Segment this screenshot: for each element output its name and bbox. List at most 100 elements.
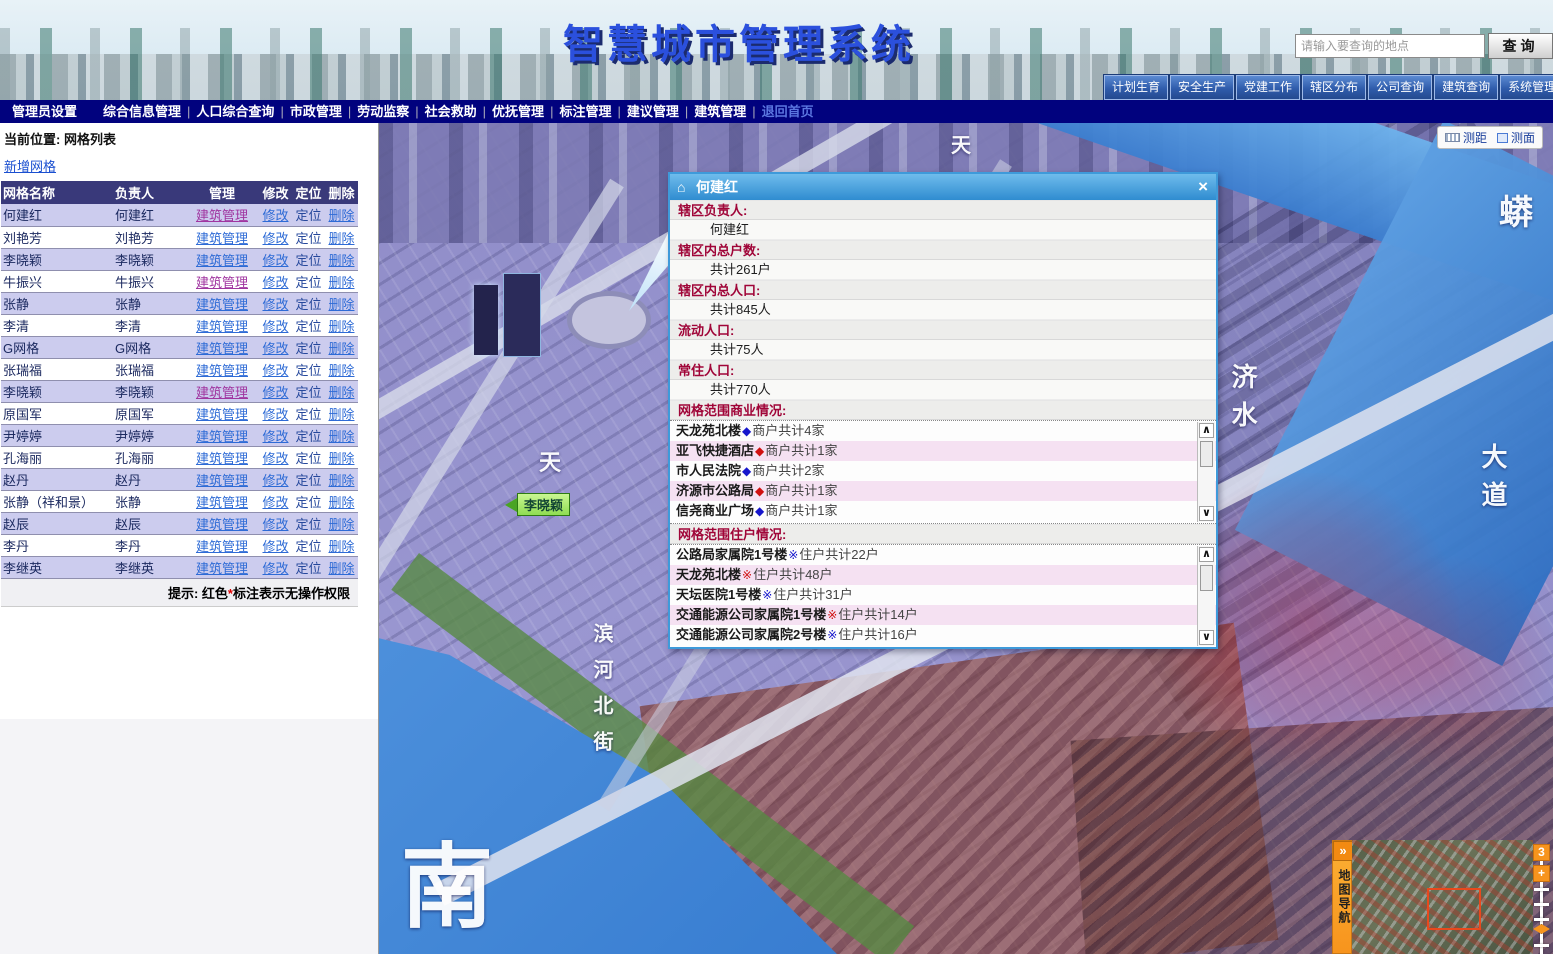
scroll-down-icon[interactable]: ∨ (1199, 630, 1214, 645)
minimap-image[interactable] (1352, 840, 1533, 954)
edit-link[interactable]: 修改 (262, 275, 288, 290)
manage-link[interactable]: 建筑管理 (196, 517, 248, 532)
feature-button-3[interactable]: 党建工作 (1236, 75, 1300, 100)
manage-link[interactable]: 建筑管理 (196, 275, 248, 290)
delete-link[interactable]: 删除 (328, 539, 354, 554)
zoom-in-button[interactable]: + (1533, 865, 1550, 882)
scroll-up-icon[interactable]: ∧ (1199, 547, 1214, 562)
locate-link[interactable]: 定位 (295, 341, 321, 356)
delete-link[interactable]: 删除 (328, 319, 354, 334)
delete-link[interactable]: 删除 (328, 473, 354, 488)
feature-button-4[interactable]: 辖区分布 (1302, 75, 1366, 100)
feature-button-5[interactable]: 公司查询 (1368, 75, 1432, 100)
nav-item-8[interactable]: 标注管理 (553, 104, 617, 119)
delete-link[interactable]: 删除 (328, 208, 354, 223)
edit-link[interactable]: 修改 (262, 495, 288, 510)
edit-link[interactable]: 修改 (262, 429, 288, 444)
scroll-down-icon[interactable]: ∨ (1199, 506, 1214, 521)
manage-link[interactable]: 建筑管理 (196, 253, 248, 268)
locate-link[interactable]: 定位 (295, 429, 321, 444)
manage-link[interactable]: 建筑管理 (196, 539, 248, 554)
feature-button-1[interactable]: 计划生育 (1104, 75, 1168, 100)
scrollbar-thumb[interactable] (1200, 441, 1213, 467)
feature-button-6[interactable]: 建筑查询 (1434, 75, 1498, 100)
list-item[interactable]: 天坛医院1号楼※住户共计31户 (670, 585, 1216, 605)
manage-link[interactable]: 建筑管理 (196, 341, 248, 356)
locate-link[interactable]: 定位 (295, 253, 321, 268)
nav-item-5[interactable]: 劳动监察 (351, 104, 415, 119)
edit-link[interactable]: 修改 (262, 297, 288, 312)
locate-link[interactable]: 定位 (295, 451, 321, 466)
nav-item-10[interactable]: 建筑管理 (688, 104, 752, 119)
edit-link[interactable]: 修改 (262, 319, 288, 334)
edit-link[interactable]: 修改 (262, 253, 288, 268)
zoom-slider-track[interactable] (1540, 846, 1543, 954)
list-item[interactable]: 市人民法院◆商户共计2家 (670, 461, 1216, 481)
feature-button-7[interactable]: 系统管理 (1500, 75, 1553, 100)
measure-area-button[interactable]: 测面 (1497, 129, 1535, 146)
manage-link[interactable]: 建筑管理 (196, 473, 248, 488)
close-icon[interactable]: × (1198, 175, 1208, 199)
delete-link[interactable]: 删除 (328, 429, 354, 444)
delete-link[interactable]: 删除 (328, 297, 354, 312)
edit-link[interactable]: 修改 (262, 561, 288, 576)
nav-item-9[interactable]: 建议管理 (621, 104, 685, 119)
delete-link[interactable]: 删除 (328, 275, 354, 290)
delete-link[interactable]: 删除 (328, 385, 354, 400)
manage-link[interactable]: 建筑管理 (196, 495, 248, 510)
edit-link[interactable]: 修改 (262, 363, 288, 378)
list-item[interactable]: 交通能源公司家属院2号楼※住户共计16户 (670, 625, 1216, 645)
manage-link[interactable]: 建筑管理 (196, 385, 248, 400)
locate-link[interactable]: 定位 (295, 473, 321, 488)
manage-link[interactable]: 建筑管理 (196, 407, 248, 422)
delete-link[interactable]: 删除 (328, 561, 354, 576)
scroll-up-icon[interactable]: ∧ (1199, 423, 1214, 438)
map-canvas[interactable]: 南 滨河北街 天 天 济水 大道 蟒 测距 测面 李晓颖 ⌂ (379, 123, 1553, 954)
edit-link[interactable]: 修改 (262, 341, 288, 356)
edit-link[interactable]: 修改 (262, 407, 288, 422)
locate-link[interactable]: 定位 (295, 539, 321, 554)
edit-link[interactable]: 修改 (262, 208, 288, 223)
nav-item-7[interactable]: 优抚管理 (486, 104, 550, 119)
nav-item-4[interactable]: 市政管理 (284, 104, 348, 119)
locate-link[interactable]: 定位 (295, 495, 321, 510)
list-item[interactable]: 天龙苑北楼※住户共计48户 (670, 565, 1216, 585)
list-item[interactable]: 济源市公路局◆商户共计1家 (670, 481, 1216, 501)
minimap-viewport-rect[interactable] (1427, 888, 1481, 930)
edit-link[interactable]: 修改 (262, 517, 288, 532)
locate-link[interactable]: 定位 (295, 517, 321, 532)
edit-link[interactable]: 修改 (262, 539, 288, 554)
add-grid-link[interactable]: 新增网格 (4, 156, 56, 175)
minimap-collapse-button[interactable]: » (1333, 841, 1353, 861)
list-item[interactable]: 交通能源公司家属院1号楼※住户共计14户 (670, 605, 1216, 625)
locate-link[interactable]: 定位 (295, 275, 321, 290)
locate-link[interactable]: 定位 (295, 208, 321, 223)
nav-item-home[interactable]: 退回首页 (756, 104, 820, 119)
manage-link[interactable]: 建筑管理 (196, 319, 248, 334)
edit-link[interactable]: 修改 (262, 473, 288, 488)
delete-link[interactable]: 删除 (328, 341, 354, 356)
manage-link[interactable]: 建筑管理 (196, 561, 248, 576)
search-button[interactable]: 查询 (1488, 33, 1553, 59)
delete-link[interactable]: 删除 (328, 407, 354, 422)
edit-link[interactable]: 修改 (262, 385, 288, 400)
manage-link[interactable]: 建筑管理 (196, 297, 248, 312)
list-item[interactable]: 信尧商业广场◆商户共计1家 (670, 501, 1216, 521)
delete-link[interactable]: 删除 (328, 495, 354, 510)
edit-link[interactable]: 修改 (262, 231, 288, 246)
locate-link[interactable]: 定位 (295, 385, 321, 400)
nav-item-2[interactable]: 综合信息管理 (97, 104, 187, 119)
map-marker-lixiaoying[interactable]: 李晓颖 (505, 493, 570, 516)
locate-link[interactable]: 定位 (295, 297, 321, 312)
delete-link[interactable]: 删除 (328, 517, 354, 532)
locate-link[interactable]: 定位 (295, 561, 321, 576)
list-item[interactable]: 公路局家属院1号楼※住户共计22户 (670, 545, 1216, 565)
manage-link[interactable]: 建筑管理 (196, 451, 248, 466)
delete-link[interactable]: 删除 (328, 253, 354, 268)
search-input[interactable] (1295, 34, 1485, 58)
locate-link[interactable]: 定位 (295, 319, 321, 334)
list-item[interactable]: 亚飞快捷酒店◆商户共计1家 (670, 441, 1216, 461)
nav-item-1[interactable]: 管理员设置 (6, 104, 83, 119)
measure-distance-button[interactable]: 测距 (1445, 129, 1487, 146)
locate-link[interactable]: 定位 (295, 363, 321, 378)
